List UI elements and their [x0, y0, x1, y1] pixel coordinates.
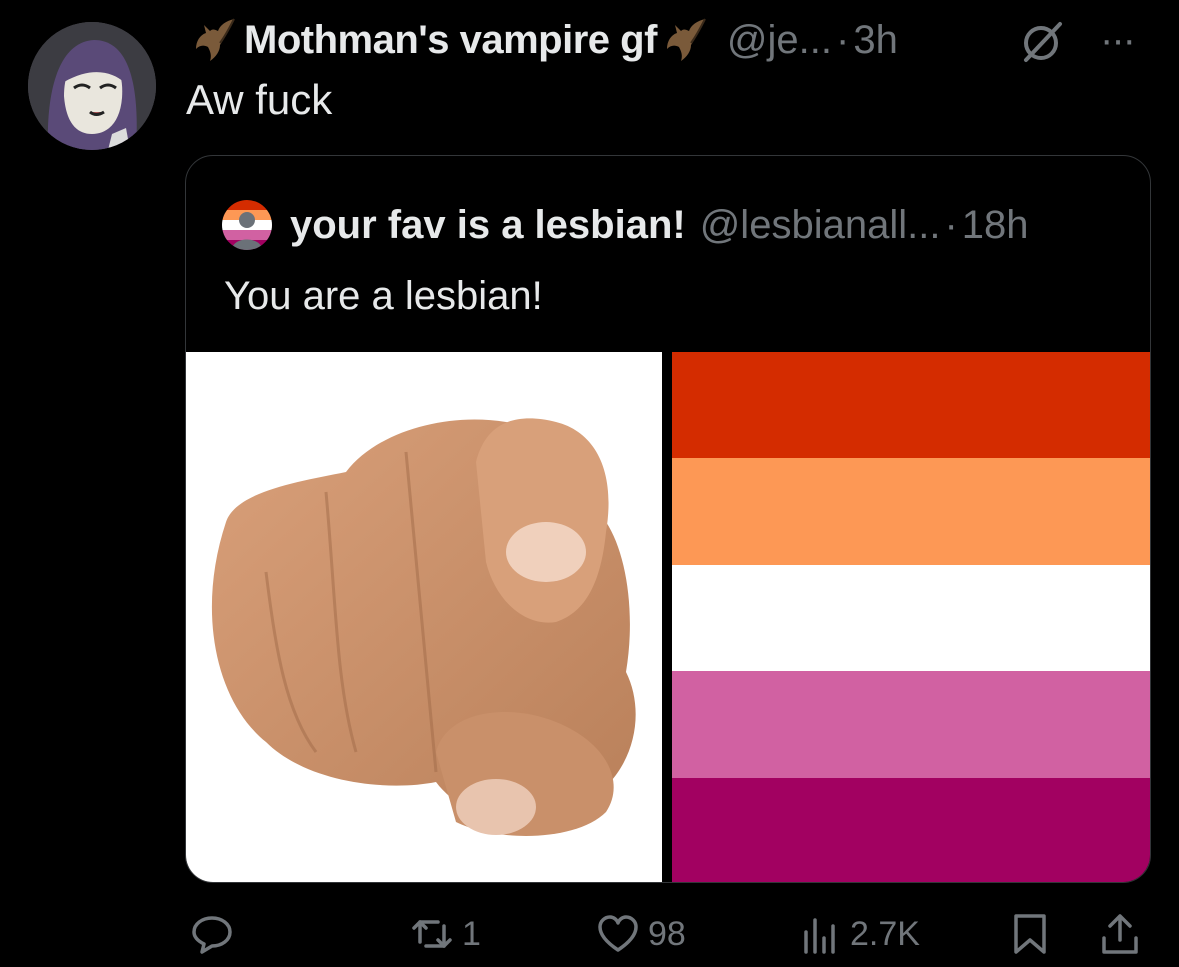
bat-emoji-icon [666, 18, 706, 61]
heart-icon [598, 915, 638, 952]
share-icon [1102, 914, 1138, 954]
flag-stripe [672, 564, 1150, 672]
bookmark-button[interactable] [1008, 906, 1052, 962]
share-button[interactable] [1098, 906, 1142, 962]
pointing-hand-illustration [211, 418, 636, 836]
tweet-timestamp[interactable]: 3h [853, 18, 898, 63]
flag-stripe [672, 352, 1150, 459]
quoted-author-avatar[interactable] [222, 200, 272, 250]
bookmark-icon [1014, 914, 1046, 954]
analytics-icon [804, 918, 835, 954]
pointing-hand-image[interactable] [186, 352, 662, 882]
reply-button[interactable] [190, 906, 242, 962]
quoted-tweet-header: your fav is a lesbian! @lesbianall... · … [222, 200, 1029, 250]
retweet-count: 1 [462, 914, 481, 953]
retweet-button[interactable]: 1 [410, 906, 481, 962]
grok-icon[interactable] [1020, 20, 1064, 64]
author-handle[interactable]: @je... [727, 18, 832, 63]
flag-stripe [672, 671, 1150, 778]
more-options-icon[interactable]: ··· [1100, 18, 1136, 63]
quoted-tweet-media[interactable] [186, 352, 1150, 882]
tweet-action-bar: 1 98 2.7K [190, 906, 1150, 962]
separator-dot: · [836, 17, 850, 62]
tweet-header: Mothman's vampire gf @je... · 3h [190, 14, 898, 66]
quoted-author-handle[interactable]: @lesbianall... [700, 203, 941, 248]
like-button[interactable]: 98 [596, 906, 686, 962]
quoted-tweet-text: You are a lesbian! [224, 274, 543, 318]
quoted-tweet-timestamp[interactable]: 18h [962, 203, 1029, 248]
author-avatar[interactable] [28, 22, 156, 150]
flag-stripe [672, 777, 1150, 882]
separator-dot: · [944, 202, 958, 247]
views-button[interactable]: 2.7K [798, 906, 920, 962]
like-count: 98 [648, 914, 686, 953]
view-count: 2.7K [850, 914, 920, 953]
bat-emoji-icon [196, 18, 235, 61]
retweet-icon [412, 920, 452, 948]
author-display-name[interactable]: Mothman's vampire gf [244, 18, 657, 63]
avatar-illustration [28, 22, 156, 150]
quoted-tweet[interactable]: your fav is a lesbian! @lesbianall... · … [185, 155, 1151, 883]
media-divider [662, 352, 672, 882]
tweet-text: Aw fuck [186, 76, 333, 123]
lesbian-flag-image[interactable] [672, 352, 1150, 882]
quoted-author-display-name[interactable]: your fav is a lesbian! [290, 203, 686, 248]
flag-stripe [672, 458, 1150, 565]
lesbian-flag-avatar-icon [222, 200, 272, 250]
reply-icon [192, 916, 232, 954]
